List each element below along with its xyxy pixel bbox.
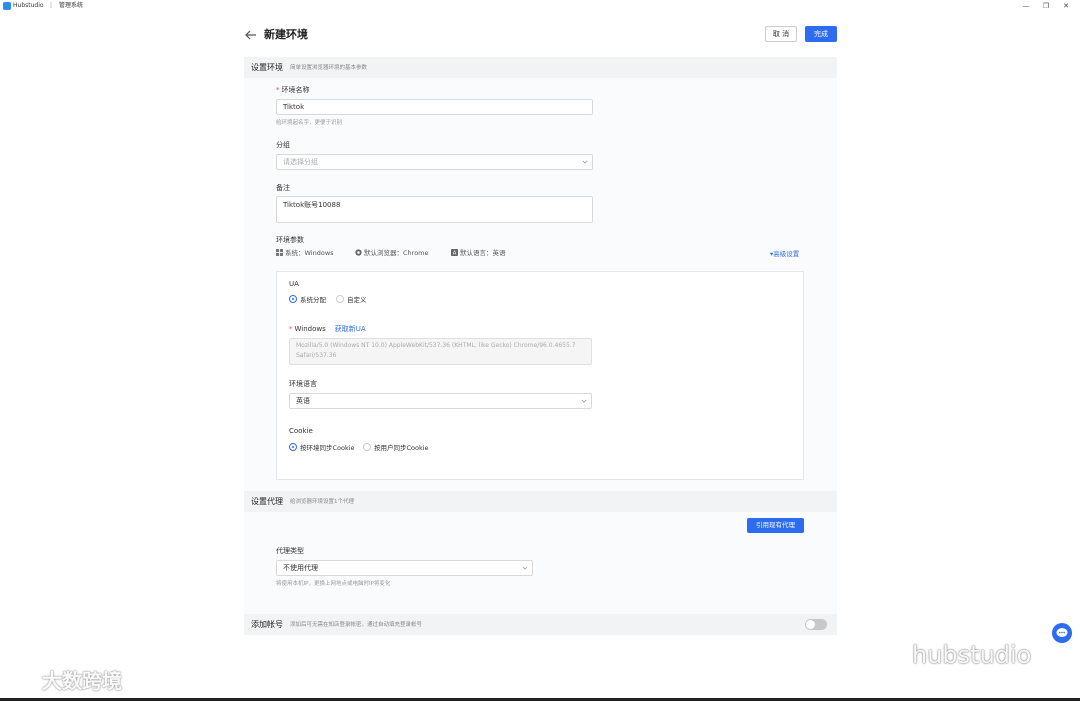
svg-text:A: A xyxy=(453,251,457,256)
cookie-radio-env[interactable]: 按环境同步Cookie xyxy=(289,443,355,453)
env-name-hint: 给环境起名字，更便于识别 xyxy=(276,120,343,126)
section-account-title: 添加帐号 xyxy=(251,620,283,629)
group-select[interactable]: 请选择分组 xyxy=(276,154,593,170)
radio-selected-icon xyxy=(289,295,297,303)
chat-bubble-icon xyxy=(1056,628,1068,637)
page-header: 新建环境 取 消 完成 xyxy=(244,24,837,54)
radio-selected-icon xyxy=(289,443,297,451)
env-settings-card: * 环境名称 Tiktok 给环境起名字，更便于识别 分组 请选择分组 备注 Ti… xyxy=(244,78,837,491)
minimize-button[interactable]: — xyxy=(1020,1,1032,11)
app-name: Hubstudio xyxy=(13,2,44,9)
section-account-header: 添加帐号 添加后可无需在知店登录帐密，通过自动填充登录帐号 xyxy=(244,614,837,635)
advanced-settings-panel: UA 系统分配 自定义 * Windows 获取新UA Mozilla/5.0 (W… xyxy=(276,271,804,480)
section-env-desc: 简单设置浏览器环境的基本参数 xyxy=(290,65,368,71)
ua-radio-custom[interactable]: 自定义 xyxy=(336,295,367,305)
ua-radio-system[interactable]: 系统分配 xyxy=(289,295,326,305)
radio-unselected-icon xyxy=(336,295,344,303)
cookie-label: Cookie xyxy=(289,427,313,435)
chevron-down-icon xyxy=(581,399,587,403)
env-params-language: A 默认语言：英语 xyxy=(451,249,506,257)
section-account-desc: 添加后可无需在知店登录帐密，通过自动填充登录帐号 xyxy=(290,622,423,628)
chevron-down-icon xyxy=(582,160,588,164)
section-proxy-header: 设置代理 给浏览器环境设置1个代理 xyxy=(244,491,837,512)
section-proxy-title: 设置代理 xyxy=(251,497,283,506)
windows-icon xyxy=(276,249,283,256)
wechat-icon xyxy=(875,643,910,667)
window-titlebar: Hubstudio | 管理系统 — ❐ ✕ xyxy=(0,0,1080,12)
proxy-type-value: 不使用代理 xyxy=(283,564,318,572)
use-existing-proxy-button[interactable]: 引用现有代理 xyxy=(747,518,804,533)
ua-string-field: Mozilla/5.0 (Windows NT 10.0) AppleWebKi… xyxy=(289,338,592,365)
chevron-down-icon xyxy=(522,566,528,570)
page-title: 新建环境 xyxy=(264,28,308,41)
app-logo-icon xyxy=(3,2,11,10)
close-window-button[interactable]: ✕ xyxy=(1060,1,1072,11)
env-language-label: 环境语言 xyxy=(289,380,317,388)
proxy-settings-card: 引用现有代理 代理类型 不使用代理 将使用本机IP，更换上网地点或电脑时IP将变… xyxy=(244,512,837,614)
chat-support-button[interactable] xyxy=(1052,623,1072,643)
language-icon: A xyxy=(451,249,458,256)
watermark-logo-icon xyxy=(9,673,41,689)
section-env-header: 设置环境 简单设置浏览器环境的基本参数 xyxy=(244,57,837,78)
done-button[interactable]: 完成 xyxy=(805,26,837,42)
proxy-type-label: 代理类型 xyxy=(276,547,304,555)
ua-label: UA xyxy=(289,280,299,288)
env-params-system: 系统：Windows xyxy=(276,249,334,258)
proxy-type-hint: 将使用本机IP，更换上网地点或电脑时IP将变化 xyxy=(276,581,391,587)
env-params-browser: 默认浏览器：Chrome xyxy=(355,249,429,258)
watermark-right: hubstudio xyxy=(874,640,1031,670)
advanced-settings-link[interactable]: ▾高级设置 xyxy=(770,250,799,259)
titlebar-separator: | xyxy=(50,2,53,9)
cookie-radio-user[interactable]: 按用户同步Cookie xyxy=(363,443,429,453)
proxy-type-select[interactable]: 不使用代理 xyxy=(276,560,533,576)
get-new-ua-link[interactable]: 获取新UA xyxy=(335,325,366,333)
env-params-label: 环境参数 xyxy=(276,236,304,244)
env-name-label: * 环境名称 xyxy=(276,86,310,94)
group-label: 分组 xyxy=(276,141,290,149)
back-arrow-icon[interactable] xyxy=(244,28,258,42)
remark-label: 备注 xyxy=(276,184,290,192)
radio-unselected-icon xyxy=(363,443,371,451)
env-language-select[interactable]: 英语 xyxy=(289,393,592,409)
ua-windows-label: * Windows 获取新UA xyxy=(289,325,366,333)
new-environment-page: 新建环境 取 消 完成 设置环境 简单设置浏览器环境的基本参数 * 环境名称 Ti… xyxy=(244,12,837,642)
add-account-toggle[interactable] xyxy=(805,619,827,630)
chrome-icon xyxy=(355,249,362,256)
remark-textarea[interactable]: Tiktok账号10088 xyxy=(276,196,593,223)
watermark-left: 大数跨境 xyxy=(8,668,122,694)
window-name: 管理系统 xyxy=(59,2,84,9)
cancel-button[interactable]: 取 消 xyxy=(765,26,797,42)
group-select-placeholder: 请选择分组 xyxy=(283,158,318,166)
section-env-title: 设置环境 xyxy=(251,63,283,72)
env-name-input[interactable]: Tiktok xyxy=(276,99,593,115)
env-language-value: 英语 xyxy=(296,397,310,405)
restore-button[interactable]: ❐ xyxy=(1040,1,1052,11)
section-proxy-desc: 给浏览器环境设置1个代理 xyxy=(290,499,355,505)
